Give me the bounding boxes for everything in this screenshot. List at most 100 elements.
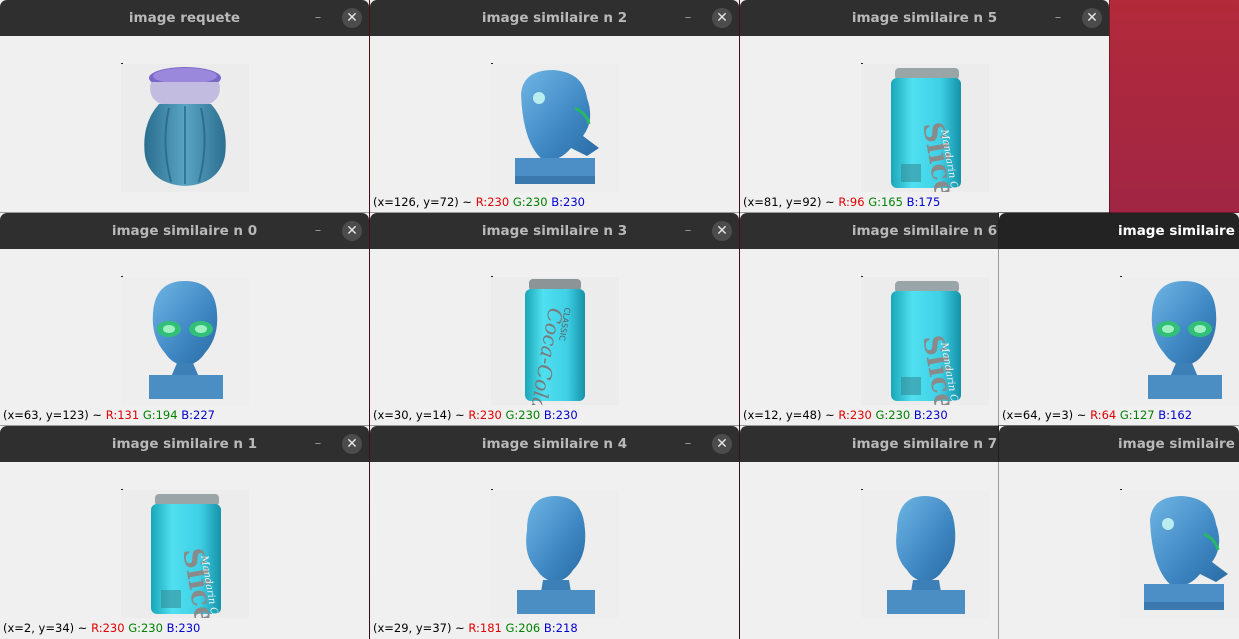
titlebar[interactable]: image similaire n (999, 426, 1239, 462)
green-value: G:230 (128, 621, 163, 635)
green-value: G:194 (142, 408, 178, 422)
titlebar[interactable]: image similaire n 4 – ✕ (370, 426, 739, 462)
red-value: R:230 (91, 621, 125, 635)
image-view[interactable]: Coca-Cola CLASSIC (x=30, y=14) ~ R:230 G… (370, 249, 739, 426)
pixel-status: (x=64, y=3) ~ R:64 G:127 B:162 (1002, 408, 1192, 422)
close-button[interactable]: ✕ (342, 221, 362, 241)
pixel-status: (x=63, y=123) ~ R:131 G:194 B:227 (3, 408, 215, 422)
image-view[interactable]: Slice Mandarin Orange (x=81, y=92) ~ R:9… (740, 36, 1109, 213)
red-value: R:131 (105, 408, 140, 422)
window-title: image similaire n 0 (111, 223, 258, 239)
minimize-button[interactable]: – (306, 213, 330, 249)
similar-image (1120, 277, 1239, 405)
similar-image (491, 64, 619, 192)
head-side-image (1120, 490, 1239, 618)
minimize-button[interactable]: – (1046, 0, 1070, 36)
titlebar[interactable]: image similaire n 1 – ✕ (0, 426, 369, 462)
red-value: R:64 (1090, 408, 1117, 422)
coords: (x=2, y=34) ~ (3, 621, 88, 635)
coords: (x=64, y=3) ~ (1002, 408, 1087, 422)
similar-image: Slice Mandarin Orange (121, 490, 249, 618)
window-image-requete[interactable]: image requete – ✕ (0, 0, 369, 213)
similar-image: Coca-Cola CLASSIC (491, 277, 619, 405)
image-view[interactable]: (x=64, y=3) ~ R:64 G:127 B:162 (999, 249, 1239, 426)
slice-can-image: Slice Mandarin Orange (121, 490, 249, 618)
window-image-similaire-3[interactable]: image similaire n 3 – ✕ Coca-Cola CLASSI… (370, 213, 739, 426)
window-image-similaire-0[interactable]: image similaire n 0 – ✕ (x=63, y=123) ~ … (0, 213, 369, 426)
minimize-button[interactable]: – (676, 426, 700, 462)
similar-image: Slice Mandarin Orange (861, 277, 989, 405)
window-image-similaire-1[interactable]: image similaire n 1 – ✕ Slice Mandarin O… (0, 426, 369, 639)
titlebar[interactable]: image similaire n 5 – ✕ (740, 0, 1109, 36)
close-button[interactable]: ✕ (342, 8, 362, 28)
window-title: image similaire n 1 (111, 436, 258, 452)
image-view[interactable]: (x=29, y=37) ~ R:181 G:206 B:218 (370, 462, 739, 639)
close-button[interactable]: ✕ (342, 434, 362, 454)
image-view[interactable]: Slice Mandarin Orange (x=2, y=34) ~ R:23… (0, 462, 369, 639)
vase-image (121, 64, 249, 192)
minimize-button[interactable]: – (306, 0, 330, 36)
blue-value: B:230 (543, 408, 578, 422)
close-button[interactable]: ✕ (1082, 8, 1102, 28)
green-value: G:127 (1119, 408, 1155, 422)
red-value: R:181 (468, 621, 502, 635)
close-button[interactable]: ✕ (712, 434, 732, 454)
pixel-status: (x=29, y=37) ~ R:181 G:206 B:218 (373, 621, 578, 635)
red-value: R:230 (475, 195, 510, 209)
query-image (121, 64, 249, 192)
titlebar[interactable]: image similaire n 3 – ✕ (370, 213, 739, 249)
image-view[interactable]: (x=63, y=123) ~ R:131 G:194 B:227 (0, 249, 369, 426)
head-front-image (121, 277, 249, 405)
window-image-similaire-4[interactable]: image similaire n 4 – ✕ (x=29, y=37) ~ R… (370, 426, 739, 639)
window-title: image similaire n (1118, 436, 1239, 452)
window-image-similaire-5[interactable]: image similaire n 5 – ✕ Slice Mandarin O… (740, 0, 1109, 213)
titlebar[interactable]: image similaire n (999, 213, 1239, 249)
window-title: image similaire n (1118, 223, 1239, 239)
image-view[interactable] (999, 462, 1239, 639)
pixel-status: (x=12, y=48) ~ R:230 G:230 B:230 (743, 408, 948, 422)
similar-image (1120, 490, 1239, 618)
close-button[interactable]: ✕ (712, 221, 732, 241)
blue-value: B:218 (543, 621, 578, 635)
window-title: image similaire n 4 (481, 436, 628, 452)
blue-value: B:230 (551, 195, 585, 209)
coords: (x=12, y=48) ~ (743, 408, 835, 422)
minimize-button[interactable]: – (676, 0, 700, 36)
titlebar[interactable]: image similaire n 0 – ✕ (0, 213, 369, 249)
titlebar[interactable]: image requete – ✕ (0, 0, 369, 36)
green-value: G:165 (868, 195, 903, 209)
coords: (x=81, y=92) ~ (743, 195, 835, 209)
green-value: G:230 (512, 195, 548, 209)
similar-image: Slice Mandarin Orange (861, 64, 989, 192)
similar-image (491, 490, 619, 618)
blue-value: B:162 (1158, 408, 1193, 422)
head-back-image (491, 490, 619, 618)
green-value: G:230 (875, 408, 911, 422)
minimize-button[interactable]: – (676, 213, 700, 249)
blue-value: B:227 (181, 408, 215, 422)
close-button[interactable]: ✕ (712, 8, 732, 28)
minimize-button[interactable]: – (306, 426, 330, 462)
slice-can-image: Slice Mandarin Orange (861, 277, 989, 405)
window-title: image similaire n 5 (851, 10, 998, 26)
window-image-similaire-2[interactable]: image similaire n 2 – ✕ (x=126, y=72) ~ … (370, 0, 739, 213)
green-value: G:206 (505, 621, 541, 635)
blue-value: B:230 (913, 408, 948, 422)
window-title: image similaire n 6 (851, 223, 998, 239)
titlebar[interactable]: image similaire n 2 – ✕ (370, 0, 739, 36)
image-view[interactable]: (x=126, y=72) ~ R:230 G:230 B:230 (370, 36, 739, 213)
head-back-image (861, 490, 989, 618)
image-view[interactable] (0, 36, 369, 213)
window-image-similaire-partial-2[interactable]: image similaire n (999, 426, 1239, 639)
window-title: image similaire n 3 (481, 223, 628, 239)
blue-value: B:175 (906, 195, 941, 209)
coords: (x=30, y=14) ~ (373, 408, 465, 422)
slice-can-image: Slice Mandarin Orange (861, 64, 989, 192)
green-value: G:230 (505, 408, 541, 422)
similar-image (121, 277, 249, 405)
window-image-similaire-partial[interactable]: image similaire n (x=64, y=3) ~ R:64 G:1… (999, 213, 1239, 426)
coords: (x=29, y=37) ~ (373, 621, 465, 635)
coords: (x=63, y=123) ~ (3, 408, 103, 422)
pixel-status: (x=81, y=92) ~ R:96 G:165 B:175 (743, 195, 940, 209)
pixel-status: (x=30, y=14) ~ R:230 G:230 B:230 (373, 408, 578, 422)
